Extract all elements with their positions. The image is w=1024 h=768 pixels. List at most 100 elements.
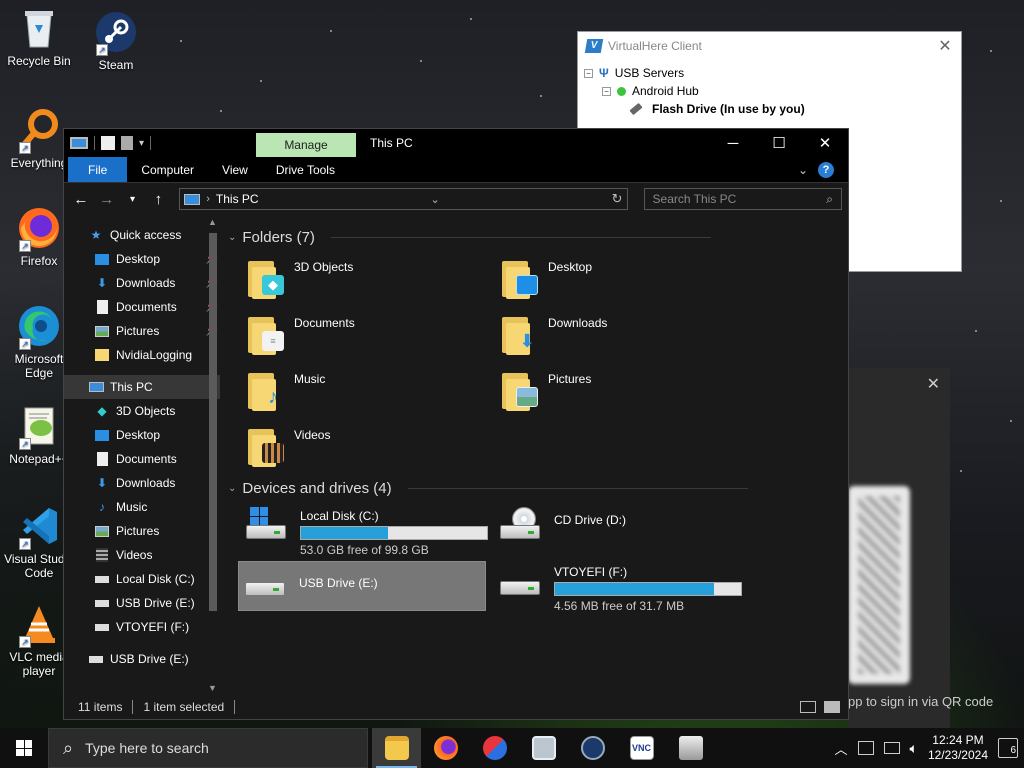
taskbar-app-red-blue[interactable]: [470, 728, 519, 768]
explorer-titlebar[interactable]: ▾ Manage This PC ─ ☐ ✕: [64, 129, 848, 157]
show-hidden-icons-icon[interactable]: ︿: [835, 739, 848, 758]
videos-folder-icon: [248, 423, 286, 467]
customize-toolbar-icon[interactable]: ▾: [139, 138, 144, 149]
ribbon-tabs: File Computer View Drive Tools ⌄ ?: [64, 157, 848, 183]
drives-group-header[interactable]: ⌄ Devices and drives (4): [228, 480, 748, 497]
back-button[interactable]: ←: [70, 191, 92, 208]
properties-icon[interactable]: [101, 136, 115, 150]
breadcrumb-chevron-icon[interactable]: ›: [206, 193, 210, 205]
file-explorer-window[interactable]: ▾ Manage This PC ─ ☐ ✕ File Computer Vie…: [63, 128, 849, 720]
this-pc-icon: [88, 380, 104, 394]
virtualhere-titlebar[interactable]: V VirtualHere Client ✕: [578, 32, 961, 60]
taskbar-app-window[interactable]: [519, 728, 568, 768]
nav-pc-downloads[interactable]: ⬇ Downloads: [64, 471, 220, 495]
nav-this-pc[interactable]: This PC: [64, 375, 220, 399]
address-bar[interactable]: › This PC ⌄ ↻: [179, 188, 628, 210]
desktop-icon-recycle-bin[interactable]: Recycle Bin: [1, 6, 77, 68]
nav-qa-nvidialogging[interactable]: NvidiaLogging: [64, 343, 220, 367]
collapse-icon[interactable]: −: [584, 68, 593, 78]
nav-qa-downloads[interactable]: ⬇ Downloads 📌: [64, 271, 220, 295]
folder-desktop[interactable]: Desktop: [502, 255, 742, 307]
drive-usb-e[interactable]: USB Drive (E:): [238, 561, 486, 611]
qr-panel-close-button[interactable]: ✕: [927, 374, 940, 394]
item-count: 11 items: [78, 700, 123, 714]
nav-pc-videos[interactable]: Videos: [64, 543, 220, 567]
nav-pc-desktop[interactable]: Desktop: [64, 423, 220, 447]
network-icon[interactable]: [883, 742, 900, 754]
search-box[interactable]: Search This PC ⌕: [643, 188, 842, 210]
breadcrumb-this-pc[interactable]: This PC: [216, 192, 259, 206]
folder-documents[interactable]: ≡ Documents: [248, 311, 488, 363]
nav-usb-drive-e-root[interactable]: USB Drive (E:): [64, 647, 220, 671]
taskbar-file-explorer[interactable]: [372, 728, 421, 768]
large-icons-view-icon[interactable]: [824, 701, 840, 713]
nav-pc-music[interactable]: ♪ Music: [64, 495, 220, 519]
folder-icon: [94, 348, 110, 362]
tab-drive-tools[interactable]: Drive Tools: [262, 157, 349, 182]
nav-pc-3d-objects[interactable]: ◆ 3D Objects: [64, 399, 220, 423]
collapse-chevron-icon[interactable]: ⌄: [228, 232, 236, 243]
volume-icon[interactable]: 🔈︎: [910, 740, 918, 757]
taskbar-steam[interactable]: [568, 728, 617, 768]
scroll-up-icon[interactable]: ▲: [208, 217, 217, 227]
nav-qa-desktop[interactable]: Desktop 📌: [64, 247, 220, 271]
nav-qa-pictures[interactable]: Pictures 📌: [64, 319, 220, 343]
minimize-button[interactable]: ─: [710, 129, 756, 157]
nav-scrollbar[interactable]: ▲ ▼: [205, 215, 221, 695]
maximize-button[interactable]: ☐: [756, 129, 802, 157]
folder-downloads[interactable]: ⬇ Downloads: [502, 311, 742, 363]
help-button[interactable]: ?: [818, 161, 834, 178]
expand-ribbon-icon[interactable]: ⌄: [798, 163, 808, 177]
taskbar-search[interactable]: ⌕ Type here to search: [48, 728, 368, 768]
drive-local-disk-c[interactable]: Local Disk (C:) 53.0 GB free of 99.8 GB: [240, 505, 488, 557]
nav-pc-vtoyefi-f[interactable]: VTOYEFI (F:): [64, 615, 220, 639]
drive-cd-d[interactable]: CD Drive (D:): [494, 505, 742, 555]
folder-pictures[interactable]: Pictures: [502, 367, 742, 419]
manage-tab[interactable]: Manage: [256, 133, 356, 157]
clock[interactable]: 12:24 PM 12/23/2024: [928, 733, 988, 763]
tab-computer[interactable]: Computer: [127, 157, 208, 182]
scroll-down-icon[interactable]: ▼: [208, 683, 217, 693]
tree-node-usb-servers[interactable]: − Ψ USB Servers: [584, 64, 955, 82]
details-view-icon[interactable]: [800, 701, 816, 713]
nav-pc-local-disk-c[interactable]: Local Disk (C:): [64, 567, 220, 591]
start-button[interactable]: [0, 728, 48, 768]
tray-app-icon[interactable]: [857, 741, 874, 755]
forward-button[interactable]: →: [96, 191, 118, 208]
collapse-chevron-icon[interactable]: ⌄: [228, 483, 236, 494]
taskbar-firefox[interactable]: [421, 728, 470, 768]
music-folder-icon: ♪: [248, 367, 286, 411]
new-folder-icon[interactable]: [121, 136, 133, 150]
tab-view[interactable]: View: [208, 157, 262, 182]
scrollbar-thumb[interactable]: [209, 233, 217, 611]
search-icon: ⌕: [63, 737, 74, 758]
collapse-icon[interactable]: −: [602, 86, 611, 96]
folders-group-header[interactable]: ⌄ Folders (7): [228, 229, 711, 246]
notification-center-icon[interactable]: 6: [998, 738, 1018, 758]
nav-pc-usb-drive-e[interactable]: USB Drive (E:): [64, 591, 220, 615]
refresh-icon[interactable]: ↻: [612, 191, 623, 207]
music-icon: ♪: [99, 500, 105, 514]
close-button[interactable]: ✕: [802, 129, 848, 157]
folder-videos[interactable]: Videos: [248, 423, 488, 475]
desktop-folder-icon: [94, 252, 110, 266]
nav-qa-documents[interactable]: Documents 📌: [64, 295, 220, 319]
address-dropdown-icon[interactable]: ⌄: [431, 193, 440, 206]
tree-node-flash-drive[interactable]: Flash Drive (In use by you): [584, 100, 955, 118]
nav-pc-documents[interactable]: Documents: [64, 447, 220, 471]
desktop-icon-steam[interactable]: ↗ Steam: [78, 10, 154, 72]
up-button[interactable]: ↑: [147, 191, 169, 208]
recent-locations-button[interactable]: ▾: [122, 194, 144, 205]
taskbar-vnc[interactable]: VNC: [617, 728, 666, 768]
folder-3d-objects[interactable]: ◆ 3D Objects: [248, 255, 488, 307]
virtualhere-close-button[interactable]: ✕: [929, 36, 961, 56]
tab-file[interactable]: File: [68, 157, 128, 182]
folder-music[interactable]: ♪ Music: [248, 367, 488, 419]
drive-icon: [94, 572, 110, 586]
tree-node-android-hub[interactable]: − Android Hub: [584, 82, 955, 100]
nav-quick-access[interactable]: ★ Quick access: [64, 223, 220, 247]
nav-pc-pictures[interactable]: Pictures: [64, 519, 220, 543]
drive-vtoyefi-f[interactable]: VTOYEFI (F:) 4.56 MB free of 31.7 MB: [494, 561, 742, 613]
taskbar-virtualhere[interactable]: [666, 728, 715, 768]
qr-code-image: [848, 486, 910, 684]
